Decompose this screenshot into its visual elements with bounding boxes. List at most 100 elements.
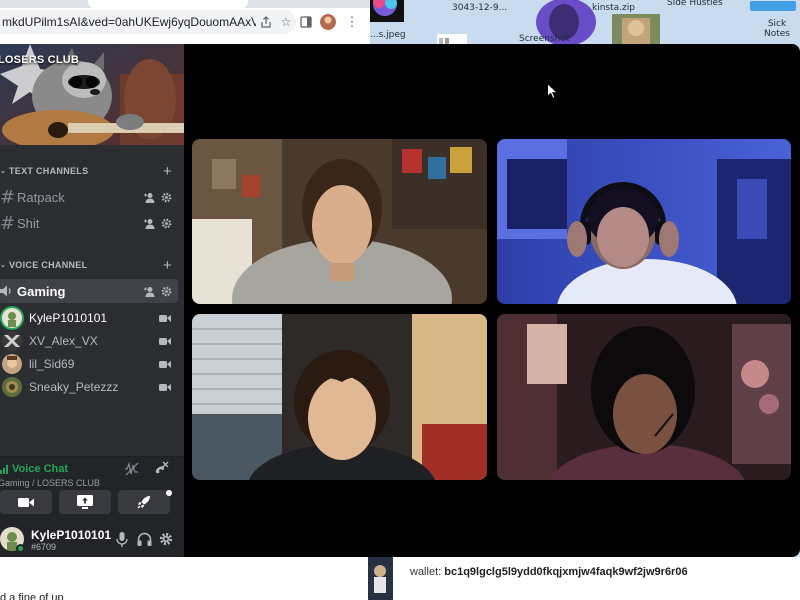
mouse-cursor-icon [547,83,558,99]
activity-button[interactable] [118,490,170,514]
avatar [2,354,22,374]
avatar [2,377,22,397]
category-voice-channel[interactable]: ⌄ VOICE CHANNEL + [0,257,184,274]
invite-user-icon[interactable] [143,192,155,203]
desktop-folder-sick-notes[interactable]: Sick Notes [754,19,800,39]
desktop-thumb-person[interactable] [612,14,660,44]
desktop-file-jpeg[interactable]: ...s.jpeg [370,30,406,40]
microphone-icon[interactable] [113,530,131,548]
voice-username: lil_Sid69 [29,357,75,371]
discord-window: LOSERS CLUB ⌄ TEXT CHANNELS + # Ratpack … [0,44,800,557]
desktop-thumb-doc[interactable] [437,34,467,47]
category-label: VOICE CHANNEL [9,260,88,270]
video-feed-person-icon [192,139,487,304]
user-settings-gear-icon[interactable] [157,530,175,548]
profile-avatar[interactable] [318,12,338,32]
background-page: wallet: bc1q9lgclg5l9ydd0fkqjxmjw4faqk9w… [0,557,800,600]
share-icon[interactable] [256,12,276,32]
screen-share-icon [77,495,93,509]
chevron-down-icon: ⌄ [0,168,7,175]
desktop-thumb-color-wheel[interactable] [366,0,404,22]
chevron-down-icon: ⌄ [0,262,7,269]
voice-user-row[interactable]: XV_Alex_VX [0,330,184,352]
voice-username: KyleP1010101 [29,311,108,325]
gear-icon[interactable] [161,218,172,229]
channel-sidebar: LOSERS CLUB ⌄ TEXT CHANNELS + # Ratpack … [0,44,184,557]
user-panel: KyleP1010101 #6709 [0,521,184,557]
wallet-text: wallet: bc1q9lgclg5l9ydd0fkqjxmjw4faqk9w… [410,566,688,578]
voice-status-label: Voice Chat [12,463,69,475]
voice-user-row[interactable]: KyleP1010101 [0,307,184,329]
menu-kebab-icon[interactable]: ⋮ [342,12,362,32]
desktop-file-date[interactable]: 3043-12-9... [452,3,507,13]
online-status-indicator [16,544,25,553]
activity-indicator-dot [166,490,172,496]
browser-tab-strip [0,0,370,8]
desktop-folder-side-hustles[interactable]: Side Hustles [667,0,723,8]
camera-icon [159,383,171,391]
speaker-icon [0,285,11,297]
add-channel-icon[interactable]: + [163,163,172,180]
voice-status[interactable]: Voice Chat [0,463,68,475]
video-feed-person-icon [497,314,791,480]
browser-window: mkdUPilm1sAI&ved=0ahUKEwj6yqDouomAAxV5U6… [0,0,370,44]
hashtag-icon: # [0,212,16,234]
signal-bars-icon [0,464,8,474]
headphones-icon[interactable] [135,530,153,548]
bookmark-star-icon[interactable]: ☆ [276,12,296,32]
channel-name: Gaming [17,283,66,299]
video-feed-person-icon [192,314,487,480]
avatar [2,331,22,351]
desktop-file-kinsta[interactable]: kinsta.zip [592,3,635,13]
category-label: TEXT CHANNELS [9,166,89,176]
video-stage [184,44,800,557]
video-thumbnail[interactable] [368,557,393,600]
side-panel-icon[interactable] [296,12,316,32]
text-channel-ratpack[interactable]: # Ratpack [0,185,178,209]
server-banner[interactable]: LOSERS CLUB [0,44,184,145]
wallet-label: wallet: [410,566,442,578]
desktop-file-screenshot[interactable]: Screenshot [519,34,569,44]
invite-user-icon[interactable] [143,218,155,229]
browser-tab[interactable] [88,0,248,8]
video-tile[interactable] [497,314,791,480]
voice-username: Sneaky_Petezzz [29,380,119,394]
avatar [2,308,22,328]
partial-page-text: d a fine of up [0,592,64,600]
video-tile[interactable] [192,314,487,480]
hashtag-icon: # [0,186,16,208]
voice-channel-gaming[interactable]: Gaming [0,279,178,303]
disconnect-icon[interactable] [151,461,169,482]
rocket-icon [137,496,150,509]
gear-icon[interactable] [161,192,172,203]
add-channel-icon[interactable]: + [163,257,172,274]
video-camera-icon [18,497,34,507]
wallet-address: bc1q9lgclg5l9ydd0fkqjxmjw4faqk9wf2jw9r6r… [444,566,688,578]
video-tile[interactable] [192,139,487,304]
channel-name: Shit [17,215,40,231]
voice-username: XV_Alex_VX [29,334,98,348]
video-tile[interactable] [497,139,791,304]
voice-connection-panel: Voice Chat Gaming / LOSERS CLUB [0,456,184,521]
screen-share-button[interactable] [59,490,111,514]
video-button[interactable] [0,490,52,514]
user-panel-tag: #6709 [31,542,57,552]
server-name[interactable]: LOSERS CLUB [0,54,79,66]
channel-name: Ratpack [17,189,65,205]
category-text-channels[interactable]: ⌄ TEXT CHANNELS + [0,163,184,180]
invite-user-icon[interactable] [143,286,155,297]
text-channel-shit[interactable]: # Shit [0,211,178,235]
camera-icon [159,337,171,345]
user-panel-username[interactable]: KyleP1010101 [31,528,111,542]
voice-location[interactable]: Gaming / LOSERS CLUB [0,478,100,488]
voice-user-row[interactable]: Sneaky_Petezzz [0,376,184,398]
desktop-folder-icon[interactable] [750,0,796,12]
noise-suppression-icon[interactable] [124,461,140,481]
address-bar-url[interactable]: mkdUPilm1sAI&ved=0ahUKEwj6yqDouomAAxV5U6… [2,15,256,29]
voice-user-row[interactable]: lil_Sid69 [0,353,184,375]
camera-icon [159,360,171,368]
camera-icon [159,314,171,322]
address-bar[interactable]: mkdUPilm1sAI&ved=0ahUKEwj6yqDouomAAxV5U6… [0,10,296,34]
video-feed-person-icon [497,139,791,304]
gear-icon[interactable] [161,286,172,297]
